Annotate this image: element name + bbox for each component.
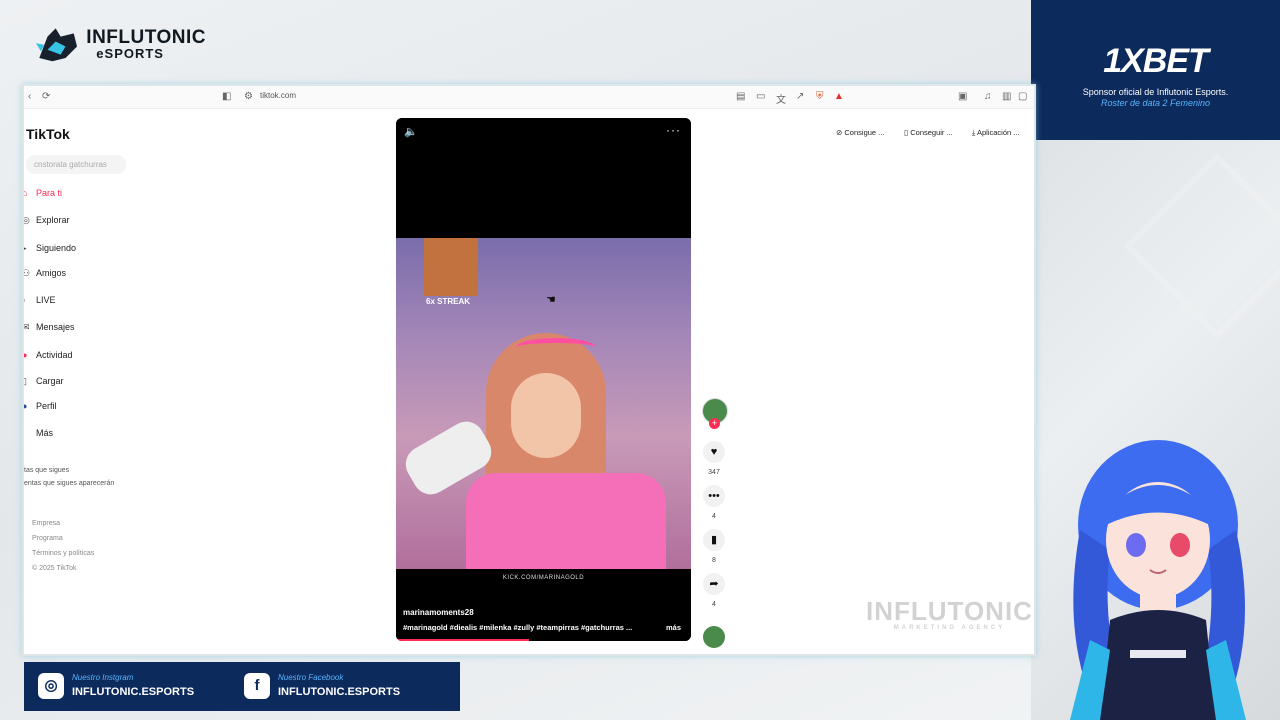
more-link[interactable]: más [666, 623, 681, 632]
volume-icon[interactable]: 🔈 [404, 125, 418, 138]
influtonic-esports-logo: INFLUTONIC eSPORTS [36, 20, 206, 68]
sidebar-item-siguiendo[interactable]: ▸ Siguiendo [24, 241, 164, 259]
like-icon[interactable]: ♥ [703, 441, 725, 463]
brand-line-1: INFLUTONIC [86, 27, 206, 48]
streak-image [424, 238, 478, 296]
footer-link-empresa[interactable]: Empresa [32, 516, 94, 531]
sidebar-item-para-ti[interactable]: ⌂ Para ti [24, 186, 164, 204]
video-progress-bar[interactable] [396, 639, 529, 641]
social-bar: ◎ Nuestro Instgram INFLUTONIC.ESPORTS f … [24, 662, 460, 711]
friends-icon: ⚇ [22, 268, 31, 278]
live-icon: ▫ [22, 295, 26, 305]
sound-avatar[interactable] [703, 626, 725, 648]
agency-watermark: INFLUTONIC MARKETING AGENCY [866, 596, 1033, 631]
more-icon: · [22, 428, 25, 438]
back-icon[interactable]: ‹ [28, 91, 31, 102]
video-author[interactable]: marinamoments28 [403, 608, 474, 617]
upload-icon: ▯ [22, 376, 27, 386]
bookmark-save-icon[interactable]: ▮ [703, 529, 725, 551]
video-overlay-text: KICK.COM/MARINAGOLD [502, 575, 585, 581]
footer-link-programa[interactable]: Programa [32, 531, 94, 546]
video-player[interactable]: 🔈 ··· 6x STREAK ☚ KICK.COM/MARINAGOLD ma… [396, 118, 691, 641]
download-icon: ⤓ [972, 128, 976, 137]
following-hint-body: entas que sigues aparecerán [24, 480, 115, 487]
sidebar-item-mas[interactable]: · Más [24, 426, 164, 444]
translate-icon[interactable]: 文 [776, 91, 786, 106]
media-icon[interactable]: ♫ [984, 91, 992, 102]
video-hashtags[interactable]: #marinagold #diealis #milenka #zully #te… [403, 623, 632, 632]
bookmark-icon[interactable]: ◧ [222, 91, 231, 102]
following-icon: ▸ [22, 243, 27, 253]
vtuber-avatar [1070, 440, 1246, 720]
sidebar-item-amigos[interactable]: ⚇ Amigos [24, 266, 164, 284]
reader-mode-icon[interactable]: ▤ [736, 91, 745, 102]
sponsor-line-2: Roster de data 2 Femenino [1100, 98, 1211, 108]
facebook-icon: f [244, 673, 270, 699]
decorative-shape [1123, 152, 1280, 340]
sidebar-item-actividad[interactable]: ● Actividad [24, 348, 164, 366]
comment-count: 4 [712, 513, 716, 520]
site-settings-icon[interactable]: ⚙ [244, 91, 253, 102]
brand-line-2: eSPORTS [96, 46, 164, 61]
save-count: 8 [712, 557, 716, 564]
streak-label: 6x STREAK [426, 297, 471, 306]
desktop-app-button[interactable]: ⤓ Aplicación ... [972, 128, 1020, 138]
sidebar-item-perfil[interactable]: ● Perfil [24, 399, 164, 417]
panel-icon[interactable]: ▥ [1002, 91, 1011, 102]
phone-icon: ▯ [904, 128, 909, 137]
rewards-icon[interactable]: ▲ [834, 91, 844, 102]
browser-window: ‹ ⟳ ◧ ⚙ tiktok.com ▤ ▭ 文 ↗ ⛨ ▲ ▣ ♫ ▥ ▢ T… [22, 84, 1036, 656]
sidebar-item-live[interactable]: ▫ LIVE [24, 293, 164, 311]
get-app-button[interactable]: ▯ Conseguir ... [904, 128, 953, 137]
wolf-logo-icon [36, 28, 78, 62]
search-input[interactable]: cnstorata gatchurras [26, 155, 126, 174]
sidebar-item-mensajes[interactable]: ✉ Mensajes [24, 320, 164, 338]
activity-icon: ● [22, 350, 28, 360]
follow-plus-icon[interactable]: + [709, 418, 720, 429]
compass-icon: ◎ [22, 215, 30, 225]
browser-toolbar: ‹ ⟳ ◧ ⚙ tiktok.com ▤ ▭ 文 ↗ ⛨ ▲ ▣ ♫ ▥ ▢ [24, 86, 1034, 109]
footer-links: Empresa Programa Términos y políticas © … [32, 516, 94, 576]
get-coins-button[interactable]: ⊘ Consigue ... [836, 128, 884, 137]
video-frame: 6x STREAK ☚ [396, 238, 691, 573]
search-placeholder: cnstorata gatchurras [34, 160, 107, 169]
like-count: 347 [708, 469, 720, 476]
instagram-badge: ◎ Nuestro Instgram INFLUTONIC.ESPORTS [38, 668, 238, 706]
profile-icon: ● [22, 401, 28, 411]
sidebar-toggle-icon[interactable]: ▣ [958, 91, 967, 102]
messages-icon: ✉ [22, 322, 30, 332]
footer-copyright: © 2025 TikTok [32, 565, 77, 572]
following-hint: tas que sigues entas que sigues aparecer… [24, 464, 114, 490]
comment-icon[interactable]: ••• [703, 485, 725, 507]
address-bar[interactable]: tiktok.com [260, 91, 296, 100]
brave-shield-icon[interactable]: ⛨ [816, 91, 824, 102]
sponsor-panel: 1XBET Sponsor oficial de Influtonic Espo… [1031, 0, 1280, 140]
share-icon[interactable]: ↗ [796, 91, 804, 102]
home-icon: ⌂ [22, 188, 28, 198]
sidebar-item-explorar[interactable]: ◎ Explorar [24, 213, 164, 231]
share-arrow-icon[interactable]: ➦ [703, 573, 725, 595]
sponsor-line-1: Sponsor oficial de Influtonic Esports. [1082, 87, 1229, 97]
tiktok-logo[interactable]: TikTok [26, 126, 70, 142]
more-options-icon[interactable]: ··· [666, 123, 681, 137]
facebook-badge: f Nuestro Facebook INFLUTONIC.ESPORTS [244, 668, 454, 706]
sidebar-item-cargar[interactable]: ▯ Cargar [24, 374, 164, 392]
instagram-icon: ◎ [38, 673, 64, 699]
sponsor-brand: 1XBET [1103, 42, 1209, 80]
wallet-icon[interactable]: ▢ [1018, 91, 1027, 102]
footer-link-terminos[interactable]: Términos y políticas [32, 546, 94, 561]
share-count: 4 [712, 601, 716, 608]
mouse-cursor-icon: ☚ [546, 294, 556, 306]
reload-icon[interactable]: ⟳ [42, 91, 50, 102]
screen-icon[interactable]: ▭ [756, 91, 765, 102]
following-hint-title: tas que sigues [24, 467, 70, 474]
coins-icon: ⊘ [836, 128, 843, 137]
